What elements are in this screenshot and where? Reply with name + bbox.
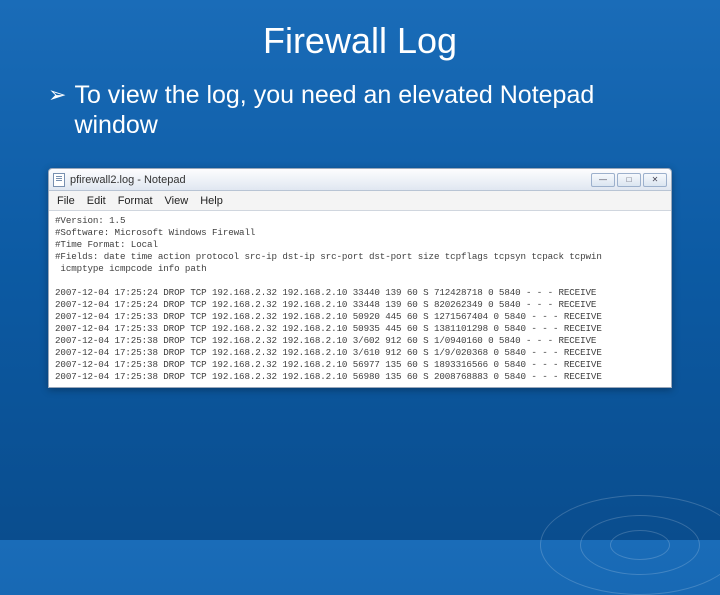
bullet-arrow-icon: ➢ [48, 80, 66, 110]
bullet-text: To view the log, you need an elevated No… [74, 80, 672, 140]
menu-bar: File Edit Format View Help [49, 191, 671, 211]
window-controls: — □ ✕ [591, 173, 667, 187]
log-text-area[interactable]: #Version: 1.5 #Software: Microsoft Windo… [49, 211, 671, 387]
close-button[interactable]: ✕ [643, 173, 667, 187]
slide-title: Firewall Log [0, 0, 720, 80]
notepad-window: pfirewall2.log - Notepad — □ ✕ File Edit… [48, 168, 672, 388]
menu-format[interactable]: Format [118, 195, 153, 207]
window-title: pfirewall2.log - Notepad [70, 174, 186, 186]
menu-edit[interactable]: Edit [87, 195, 106, 207]
menu-help[interactable]: Help [200, 195, 223, 207]
window-titlebar: pfirewall2.log - Notepad — □ ✕ [49, 169, 671, 191]
bullet-item: ➢ To view the log, you need an elevated … [0, 80, 720, 140]
minimize-button[interactable]: — [591, 173, 615, 187]
menu-file[interactable]: File [57, 195, 75, 207]
notepad-icon [53, 173, 65, 187]
maximize-button[interactable]: □ [617, 173, 641, 187]
menu-view[interactable]: View [165, 195, 189, 207]
